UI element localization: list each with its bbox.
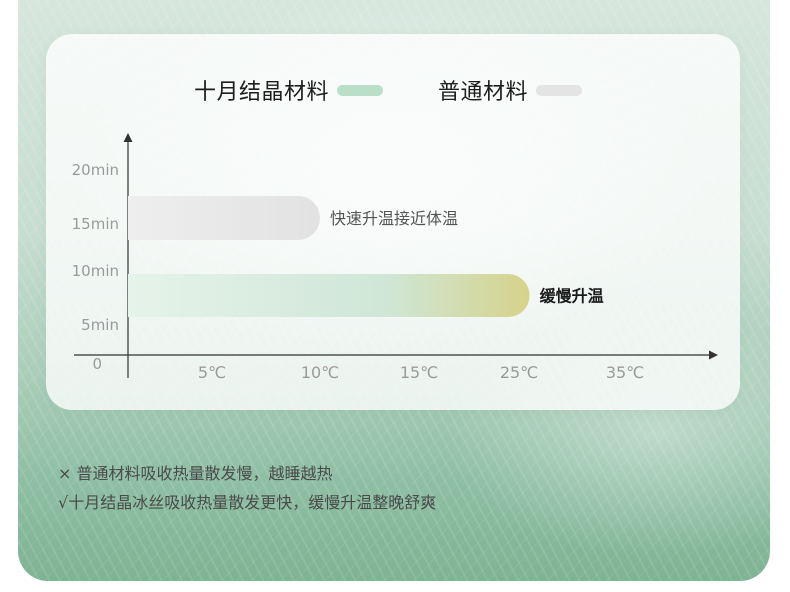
bars: 快速升温接近体温缓慢升温 xyxy=(128,196,604,317)
note-crystal: √十月结晶冰丝吸收热量散发更快，缓慢升温整晚舒爽 xyxy=(58,493,437,512)
y-axis-arrow xyxy=(123,133,133,142)
x-tick-label: 15℃ xyxy=(400,363,438,382)
x-tick-label: 5℃ xyxy=(198,363,226,382)
bar-label-crystal: 缓慢升温 xyxy=(539,287,604,306)
poster: 十月结晶材料 普通材料 快速升温接近体温 缓慢升温 5℃ 10℃ 15℃ 25℃ 35℃ 0… xyxy=(0,0,790,592)
y-tick-label: 20min xyxy=(72,161,119,179)
tick-labels: 5℃ 10℃ 15℃ 25℃ 35℃ 0 5min 10min 15min 20min xyxy=(72,161,645,382)
x-tick-label: 10℃ xyxy=(301,363,339,382)
y-tick-label: 5min xyxy=(81,316,119,334)
bar-normal xyxy=(128,196,320,240)
x-tick-label: 25℃ xyxy=(500,363,538,382)
y-tick-label: 10min xyxy=(72,262,119,280)
axes xyxy=(74,133,718,378)
bar-crystal xyxy=(128,274,530,317)
x-axis-arrow xyxy=(709,350,718,360)
bar-label-normal: 快速升温接近体温 xyxy=(330,209,458,228)
y-tick-label: 15min xyxy=(72,215,119,233)
x-tick-label: 35℃ xyxy=(606,363,644,382)
y-tick-label: 0 xyxy=(92,355,102,373)
note-normal: × 普通材料吸收热量散发慢，越睡越热 xyxy=(58,464,333,483)
